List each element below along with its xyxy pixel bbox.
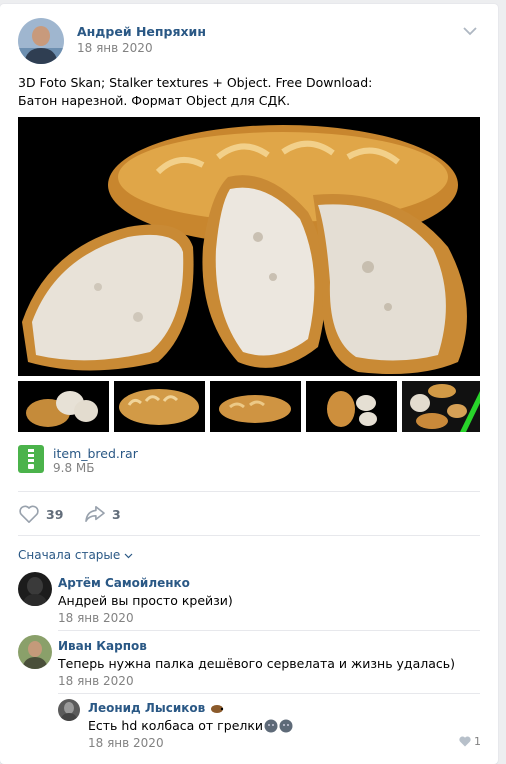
- divider: [18, 535, 480, 536]
- share-icon: [85, 505, 105, 523]
- thumbnail-photo[interactable]: [210, 381, 301, 432]
- author-avatar[interactable]: [18, 18, 64, 64]
- archive-icon[interactable]: [18, 445, 44, 473]
- reply-author-row: Леонид Лысиков: [88, 701, 224, 715]
- post-text-line: Батон нарезной. Формат Object для СДК.: [18, 93, 291, 108]
- thumbnail-photo[interactable]: [18, 381, 109, 432]
- reply-text-row: Есть hd колбаса от грелки: [88, 718, 293, 733]
- comment-text: Теперь нужна палка дешёвого сервелата и …: [58, 656, 455, 671]
- avatar[interactable]: [18, 635, 52, 669]
- post-author-name[interactable]: Андрей Непряхин: [77, 24, 206, 39]
- divider: [18, 491, 480, 492]
- emoji-icon: [264, 719, 278, 732]
- main-photo[interactable]: [18, 117, 480, 376]
- post-date[interactable]: 18 янв 2020: [77, 41, 153, 55]
- heart-icon: [459, 736, 471, 747]
- comment-author[interactable]: Иван Карпов: [58, 639, 147, 653]
- emoji-icon: [279, 719, 293, 732]
- hedgehog-emoji-icon: [211, 705, 224, 713]
- comment-text: Есть hd колбаса от грелки: [88, 718, 264, 733]
- reply-like-button[interactable]: 1: [459, 735, 481, 748]
- like-button[interactable]: 39: [18, 504, 63, 524]
- comment-date[interactable]: 18 янв 2020: [58, 611, 134, 625]
- thumbnail-photo[interactable]: [306, 381, 397, 432]
- thumbnail-photo[interactable]: [402, 381, 480, 432]
- like-count: 39: [46, 506, 64, 522]
- attachment-name[interactable]: item_bred.rar: [53, 446, 138, 461]
- post-text-line: 3D Foto Skan; Stalker textures + Object.…: [18, 75, 373, 90]
- comment-date[interactable]: 18 янв 2020: [58, 674, 134, 688]
- reply-like-count: 1: [474, 735, 481, 748]
- share-count: 3: [112, 506, 121, 522]
- divider: [58, 693, 480, 694]
- divider: [58, 630, 480, 631]
- chevron-down-icon[interactable]: [463, 24, 477, 39]
- heart-icon: [19, 505, 39, 523]
- comment-sort-dropdown[interactable]: Сначала старые: [18, 548, 133, 562]
- avatar[interactable]: [58, 699, 80, 721]
- chevron-down-icon: [124, 553, 133, 559]
- share-button[interactable]: 3: [84, 504, 121, 524]
- comment-author[interactable]: Леонид Лысиков: [88, 701, 205, 715]
- thumbnail-photo[interactable]: [114, 381, 205, 432]
- comment-author[interactable]: Артём Самойленко: [58, 576, 190, 590]
- comment-text: Андрей вы просто крейзи): [58, 593, 233, 608]
- sort-label: Сначала старые: [18, 548, 121, 562]
- attachment-size: 9.8 МБ: [53, 461, 95, 475]
- comment-date[interactable]: 18 янв 2020: [88, 736, 164, 750]
- avatar[interactable]: [18, 572, 52, 606]
- post-card: Андрей Непряхин 18 янв 2020 3D Foto Skan…: [0, 4, 498, 764]
- post-text: 3D Foto Skan; Stalker textures + Object.…: [18, 74, 372, 110]
